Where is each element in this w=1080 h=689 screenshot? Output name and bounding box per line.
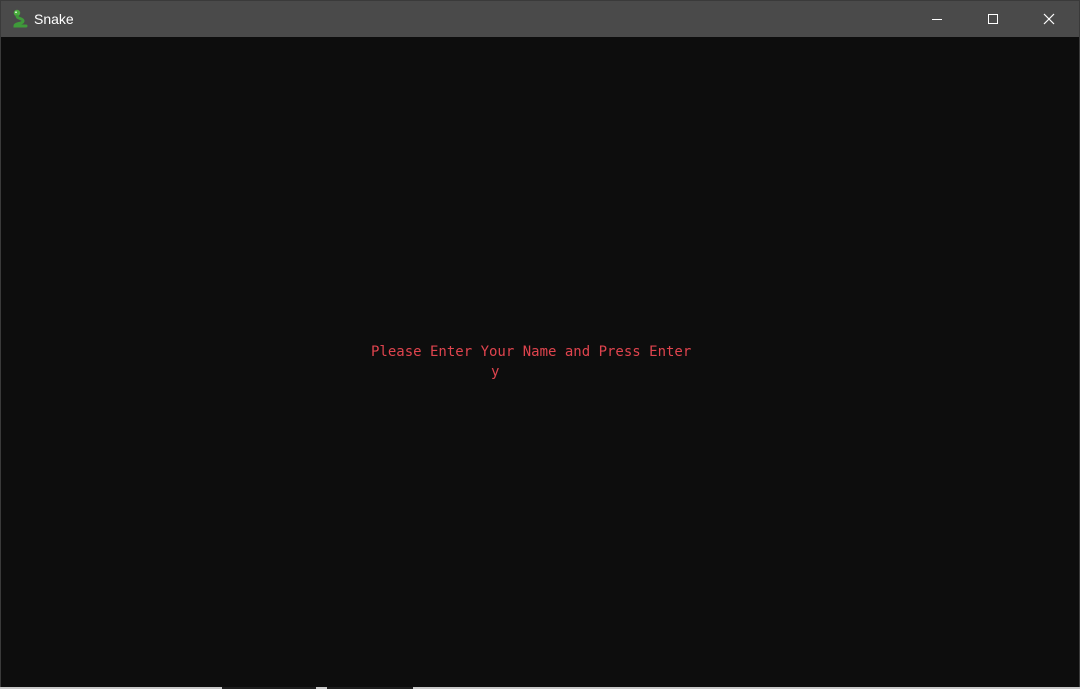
player-name-input[interactable]: y: [491, 362, 499, 382]
close-icon: [1043, 13, 1055, 25]
game-canvas[interactable]: [1, 37, 1079, 688]
name-prompt: Please Enter Your Name and Press Enter: [371, 344, 692, 360]
window-title: Snake: [34, 11, 74, 27]
maximize-icon: [988, 14, 998, 24]
minimize-icon: [932, 19, 942, 20]
title-bar[interactable]: Snake: [1, 1, 1079, 37]
maximize-button[interactable]: [965, 1, 1021, 37]
snake-icon: [11, 9, 29, 29]
close-button[interactable]: [1021, 1, 1077, 37]
minimize-button[interactable]: [909, 1, 965, 37]
